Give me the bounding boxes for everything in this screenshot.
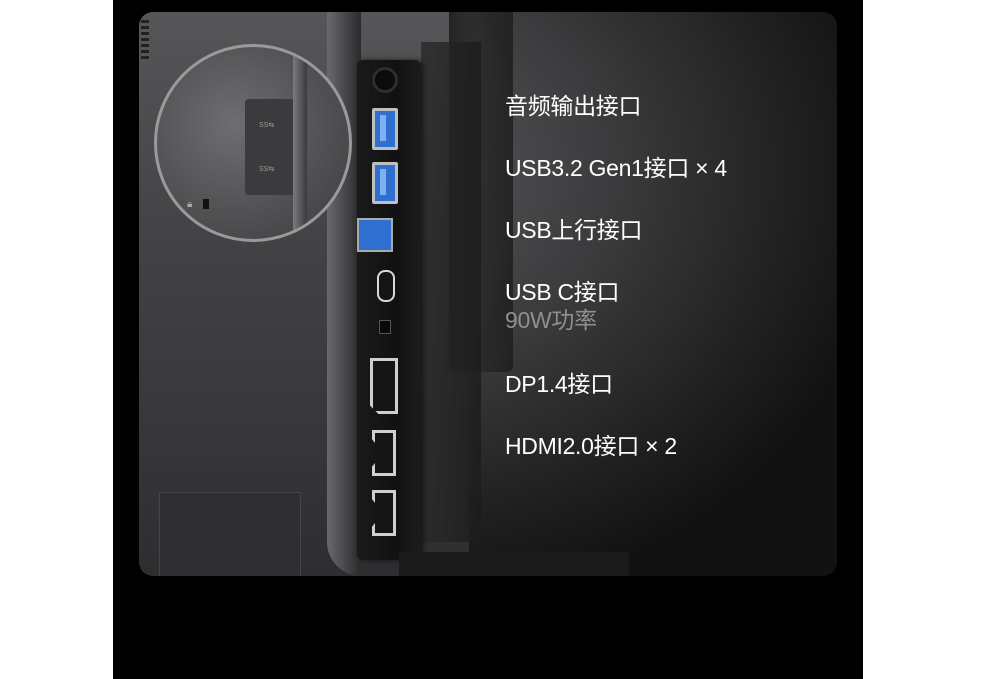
usb-a-port-icon <box>372 162 398 204</box>
audio-jack-icon <box>372 67 398 93</box>
zoom-inset: SS⇆ SS⇆ 🔒︎ <box>154 44 352 242</box>
feature-sublabel: 90W功率 <box>505 307 597 333</box>
vesa-plate <box>159 492 301 576</box>
stage: SS⇆ SS⇆ 🔒︎ 音频输出接口 USB3.2 Gen1接口 × 4 USB上… <box>113 0 863 679</box>
usb-logo-icon: SS⇆ <box>259 166 275 173</box>
zoom-monitor-edge <box>293 47 307 239</box>
feature-usb3: USB3.2 Gen1接口 × 4 <box>505 154 727 182</box>
feature-usb-c: USB C接口 90W功率 <box>505 278 620 334</box>
feature-label: DP1.4接口 <box>505 371 613 397</box>
kensington-lock-icon <box>379 320 391 334</box>
feature-label: USB上行接口 <box>505 217 643 243</box>
hdmi-port-icon <box>372 430 396 476</box>
kensington-lock-icon <box>203 199 209 209</box>
feature-label: USB3.2 Gen1接口 × 4 <box>505 155 727 181</box>
zoom-usb-slot <box>245 99 293 195</box>
hdmi-port-icon <box>372 490 396 536</box>
lock-icon: 🔒︎ <box>187 199 193 210</box>
usb-b-port-icon <box>357 218 393 252</box>
feature-label: HDMI2.0接口 × 2 <box>505 433 677 459</box>
dp-port-icon <box>370 358 398 414</box>
product-photo-card: SS⇆ SS⇆ 🔒︎ <box>139 12 837 576</box>
usb-a-port-icon <box>372 108 398 150</box>
panel-side <box>421 42 481 542</box>
vent-grille <box>141 20 149 60</box>
usb-c-port-icon <box>377 270 395 302</box>
feature-hdmi: HDMI2.0接口 × 2 <box>505 432 677 460</box>
feature-usb-upstream: USB上行接口 <box>505 216 643 244</box>
feature-label: USB C接口 <box>505 279 620 305</box>
panel-bottom <box>399 552 629 576</box>
feature-dp: DP1.4接口 <box>505 370 613 398</box>
feature-audio: 音频输出接口 <box>505 92 642 120</box>
feature-label: 音频输出接口 <box>505 93 642 119</box>
usb-logo-icon: SS⇆ <box>259 122 275 129</box>
